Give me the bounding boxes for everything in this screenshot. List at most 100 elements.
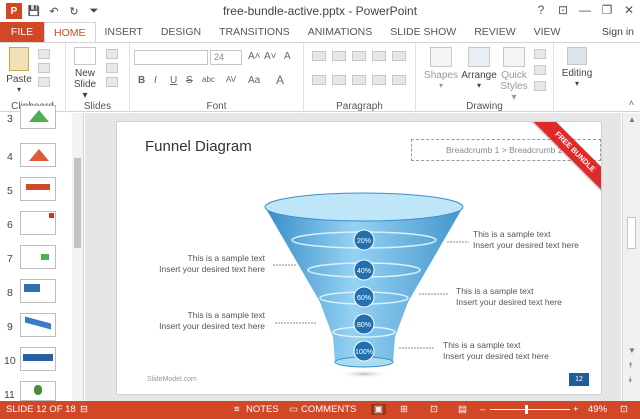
- tab-review[interactable]: REVIEW: [465, 22, 524, 42]
- arrange-button[interactable]: Arrange ▾: [460, 47, 498, 90]
- format-painter-icon[interactable]: [38, 77, 50, 87]
- tab-slide-show[interactable]: SLIDE SHOW: [381, 22, 465, 42]
- tab-animations[interactable]: ANIMATIONS: [299, 22, 382, 42]
- thumbnail-image: [20, 313, 56, 337]
- thumbnail-7[interactable]: 7: [0, 245, 72, 277]
- thumbnail-10[interactable]: 10: [0, 347, 72, 379]
- font-name-box[interactable]: [134, 50, 208, 65]
- customize-qat-icon[interactable]: ⏷: [86, 3, 102, 19]
- zoom-out-button[interactable]: –: [480, 404, 485, 415]
- strikethrough-button[interactable]: S: [186, 75, 193, 86]
- ribbon-display-button[interactable]: ⊡: [552, 0, 574, 20]
- callout-right-2[interactable]: This is a sample text Insert your desire…: [456, 286, 562, 308]
- zoom-slider-thumb[interactable]: [525, 405, 528, 414]
- editing-button[interactable]: Editing ▾: [558, 47, 596, 88]
- tab-insert[interactable]: INSERT: [96, 22, 152, 42]
- paste-button[interactable]: Paste ▾: [6, 47, 32, 94]
- callout-right-1[interactable]: This is a sample text Insert your desire…: [473, 229, 579, 251]
- spellcheck-icon[interactable]: ⊟: [80, 404, 88, 415]
- close-button[interactable]: ✕: [618, 0, 640, 20]
- align-left-icon[interactable]: [312, 75, 326, 85]
- callout-left-2[interactable]: This is a sample text Insert your desire…: [147, 310, 265, 332]
- shape-outline-icon[interactable]: [534, 65, 546, 75]
- reset-icon[interactable]: [106, 63, 118, 73]
- justify-icon[interactable]: [372, 75, 386, 85]
- notes-button[interactable]: NOTES: [246, 404, 279, 415]
- decrease-indent-icon[interactable]: [352, 51, 366, 61]
- clear-format-button[interactable]: A: [284, 51, 291, 62]
- italic-button[interactable]: I: [154, 75, 157, 86]
- align-center-icon[interactable]: [332, 75, 346, 85]
- thumbnail-number: 7: [7, 253, 13, 265]
- help-button[interactable]: ?: [530, 0, 552, 20]
- font-color-button[interactable]: A: [276, 73, 284, 87]
- grow-font-button[interactable]: A˄: [248, 51, 261, 62]
- thumbnail-5[interactable]: 5: [0, 177, 72, 209]
- comments-icon[interactable]: ▭: [289, 404, 298, 415]
- normal-view-icon[interactable]: ▣: [371, 404, 386, 415]
- font-size-box[interactable]: 24: [210, 50, 242, 65]
- undo-icon[interactable]: ↶: [46, 3, 62, 19]
- shrink-font-button[interactable]: A˅: [264, 51, 277, 62]
- bold-button[interactable]: B: [138, 75, 145, 86]
- underline-button[interactable]: U: [170, 75, 177, 86]
- char-spacing-button[interactable]: AV: [226, 75, 236, 84]
- tab-file[interactable]: FILE: [0, 22, 44, 42]
- comments-button[interactable]: COMMENTS: [301, 404, 356, 415]
- copy-icon[interactable]: [38, 63, 50, 73]
- zoom-in-button[interactable]: +: [573, 404, 579, 415]
- slide-sorter-icon[interactable]: ⊞: [400, 404, 408, 415]
- change-case-button[interactable]: Aa: [248, 75, 260, 86]
- columns-icon[interactable]: [392, 75, 406, 85]
- tab-design[interactable]: DESIGN: [152, 22, 210, 42]
- slide-vertical-scrollbar[interactable]: ▲ ▼ ⯭ ⯯: [622, 113, 640, 401]
- thumbnail-3[interactable]: 3: [0, 105, 72, 145]
- thumbnail-6[interactable]: 6: [0, 211, 72, 243]
- zoom-slider[interactable]: [490, 409, 570, 410]
- scroll-down-icon[interactable]: ▼: [628, 346, 636, 355]
- minimize-button[interactable]: —: [574, 0, 596, 20]
- line-spacing-icon[interactable]: [392, 51, 406, 61]
- save-icon[interactable]: 💾: [26, 3, 42, 19]
- new-slide-button[interactable]: New Slide ▾: [70, 47, 100, 101]
- powerpoint-logo-icon[interactable]: P: [6, 3, 22, 19]
- previous-slide-icon[interactable]: ⯭: [628, 361, 633, 371]
- shadow-button[interactable]: abc: [202, 75, 215, 84]
- scroll-up-icon[interactable]: ▲: [628, 115, 636, 124]
- shape-effects-icon[interactable]: [534, 81, 546, 91]
- layout-icon[interactable]: [106, 49, 118, 59]
- increase-indent-icon[interactable]: [372, 51, 386, 61]
- callout-right-3[interactable]: This is a sample text Insert your desire…: [443, 340, 549, 362]
- thumbnail-scroll-thumb[interactable]: [74, 158, 81, 248]
- align-right-icon[interactable]: [352, 75, 366, 85]
- slide-show-icon[interactable]: ▤: [458, 404, 467, 415]
- numbering-icon[interactable]: [332, 51, 346, 61]
- collapse-ribbon-icon[interactable]: ˄: [629, 98, 634, 108]
- slide-scroll-thumb[interactable]: [627, 217, 636, 249]
- tab-transitions[interactable]: TRANSITIONS: [210, 22, 299, 42]
- section-icon[interactable]: [106, 77, 118, 87]
- slide[interactable]: Funnel Diagram Breadcrumb 1 > Breadcrumb…: [117, 122, 601, 394]
- editing-group[interactable]: Editing ▾: [554, 43, 598, 113]
- bullets-icon[interactable]: [312, 51, 326, 61]
- cut-icon[interactable]: [38, 49, 50, 59]
- redo-icon[interactable]: ↻: [66, 3, 82, 19]
- tab-view[interactable]: VIEW: [525, 22, 570, 42]
- next-slide-icon[interactable]: ⯯: [628, 375, 633, 385]
- tab-home[interactable]: HOME: [44, 22, 96, 42]
- notes-icon[interactable]: ≡: [234, 404, 240, 415]
- zoom-level[interactable]: 49%: [588, 404, 607, 415]
- sign-in-link[interactable]: Sign in: [602, 26, 634, 38]
- shape-fill-icon[interactable]: [534, 49, 546, 59]
- thumbnail-9[interactable]: 9: [0, 313, 72, 345]
- shapes-button[interactable]: Shapes ▾: [424, 47, 458, 90]
- restore-button[interactable]: ❐: [596, 0, 618, 20]
- thumbnail-scrollbar[interactable]: [72, 113, 83, 401]
- quick-styles-button[interactable]: Quick Styles ▾: [498, 47, 530, 103]
- callout-left-1[interactable]: This is a sample text Insert your desire…: [147, 253, 265, 275]
- thumbnail-8[interactable]: 8: [0, 279, 72, 311]
- thumbnail-4[interactable]: 4: [0, 143, 72, 175]
- fit-to-window-icon[interactable]: ⊡: [620, 404, 628, 415]
- thumbnail-image: [20, 347, 56, 371]
- reading-view-icon[interactable]: ⊡: [430, 404, 438, 415]
